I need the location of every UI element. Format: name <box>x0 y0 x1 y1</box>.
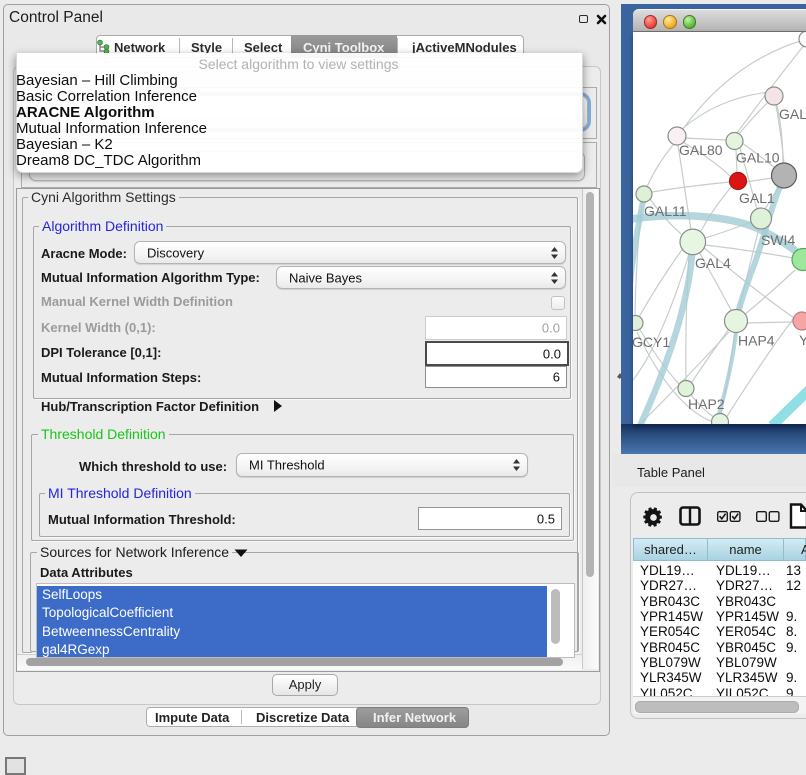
svg-text:GAL11: GAL11 <box>644 203 687 219</box>
svg-text:GAL1: GAL1 <box>739 190 775 206</box>
svg-text:YM: YM <box>799 332 806 348</box>
svg-text:GAL4: GAL4 <box>695 255 731 271</box>
svg-text:SWI4: SWI4 <box>761 232 795 248</box>
svg-text:GAL80: GAL80 <box>679 142 723 158</box>
svg-text:GAL7: GAL7 <box>779 106 806 122</box>
svg-text:HAP2: HAP2 <box>688 396 725 412</box>
svg-text:GCY1: GCY1 <box>633 334 670 350</box>
svg-text:GAL10: GAL10 <box>736 150 780 166</box>
svg-text:HAP4: HAP4 <box>738 333 775 349</box>
